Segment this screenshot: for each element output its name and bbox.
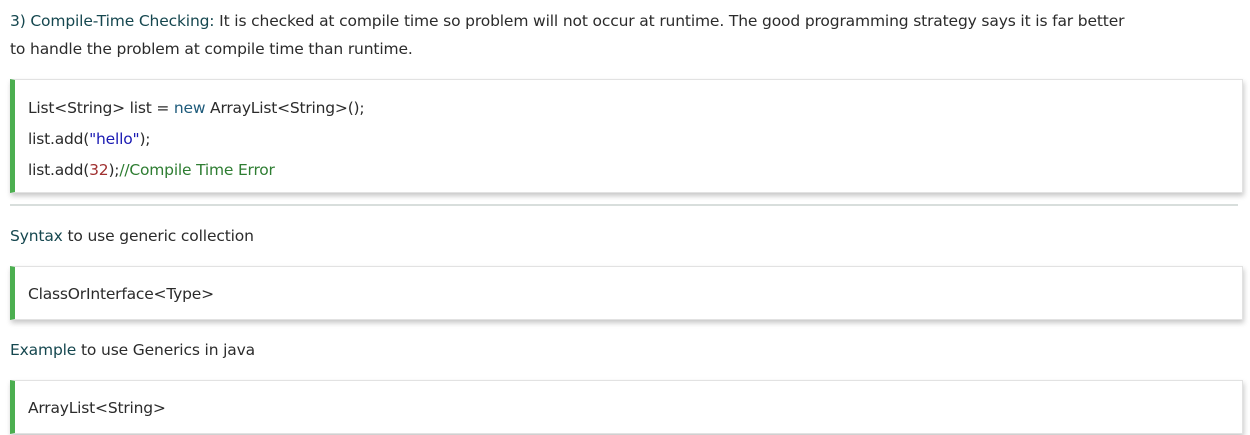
code-line-1: List<String> list = new ArrayList<String…	[28, 93, 1242, 124]
intro-text-line1: It is checked at compile time so problem…	[214, 12, 1125, 30]
syntax-label: Syntax	[10, 227, 63, 245]
code-number: 32	[89, 161, 109, 179]
example-label: Example	[10, 341, 77, 359]
code-comment: //Compile Time Error	[119, 161, 275, 179]
code-string: "hello"	[89, 130, 140, 148]
code-text: ArrayList<String>();	[205, 99, 365, 117]
section-heading: 3) Compile-Time Checking:	[10, 12, 215, 30]
code-line-syntax: ClassOrInterface<Type>	[28, 285, 214, 303]
code-text: list.add(	[28, 130, 90, 148]
code-keyword: new	[173, 99, 206, 117]
code-block-syntax: ClassOrInterface<Type>	[10, 266, 1243, 320]
code-line-2: list.add("hello");	[28, 124, 1242, 155]
code-text: List<String> list =	[28, 99, 174, 117]
example-paragraph: Example to use Generics in java	[10, 336, 1242, 364]
code-text: );	[108, 161, 120, 179]
code-block-example: ArrayList<String>	[10, 380, 1243, 434]
syntax-text: to use generic collection	[62, 227, 254, 245]
code-text: list.add(	[28, 161, 90, 179]
syntax-paragraph: Syntax to use generic collection	[10, 222, 1242, 250]
divider	[10, 204, 1238, 206]
example-text: to use Generics in java	[76, 341, 256, 359]
code-line-example: ArrayList<String>	[28, 399, 166, 417]
code-block-compile-time: List<String> list = new ArrayList<String…	[10, 79, 1243, 193]
code-line-3: list.add(32);//Compile Time Error	[28, 155, 1242, 186]
intro-paragraph: 3) Compile-Time Checking: It is checked …	[10, 7, 1242, 63]
intro-text-line2: to handle the problem at compile time th…	[10, 40, 413, 58]
code-text: );	[139, 130, 151, 148]
